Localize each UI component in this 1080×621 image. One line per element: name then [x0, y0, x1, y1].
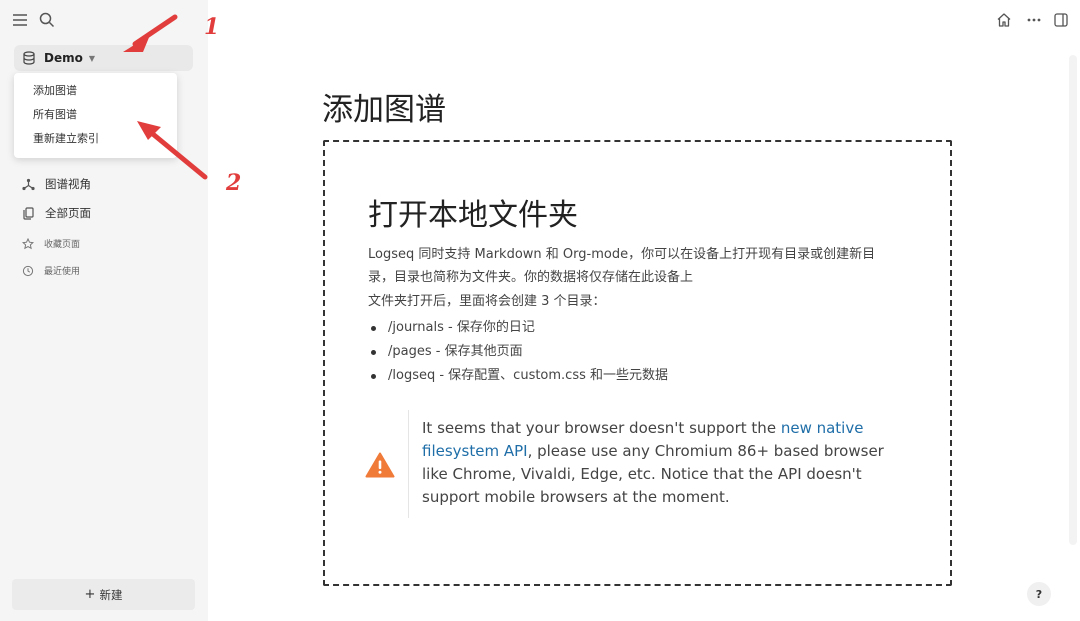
card-description: Logseq 同时支持 Markdown 和 Org-mode，你可以在设备上打… [368, 247, 876, 285]
browser-warning: It seems that your browser doesn't suppo… [365, 410, 895, 520]
directory-label: /journals - 保存你的日记 [388, 320, 535, 335]
sidebar-item-graph-view[interactable]: 图谱视角 [22, 176, 91, 192]
scrollbar[interactable] [1069, 55, 1077, 545]
more-dots-icon [1027, 18, 1041, 22]
star-icon [22, 237, 34, 249]
chevron-down-icon: ▼ [88, 53, 96, 63]
history-icon [22, 265, 34, 276]
home-button[interactable] [996, 10, 1012, 30]
database-icon [23, 51, 35, 65]
annotation-number-1: 1 [204, 14, 220, 40]
warning-icon [365, 452, 395, 482]
warning-prefix: It seems that your browser doesn't suppo… [422, 419, 781, 437]
graph-icon [22, 178, 35, 190]
warning-divider [408, 410, 409, 518]
sidebar-item-all-pages[interactable]: 全部页面 [22, 205, 91, 221]
annotation-number-2: 2 [226, 170, 242, 196]
sidebar-item-label: 全部页面 [45, 206, 91, 220]
more-options-button[interactable] [1026, 10, 1042, 30]
toggle-right-sidebar-button[interactable] [1053, 10, 1069, 30]
directory-list: /journals - 保存你的日记 /pages - 保存其他页面 /logs… [368, 316, 668, 388]
list-item: /pages - 保存其他页面 [368, 340, 668, 364]
menu-item-all-graphs[interactable]: 所有图谱 [14, 105, 177, 129]
graph-selector-button[interactable]: Demo ▼ [14, 45, 193, 71]
graph-dropdown-menu: 添加图谱 所有图谱 重新建立索引 [14, 73, 177, 158]
directory-label: /pages - 保存其他页面 [388, 344, 523, 359]
open-folder-card[interactable]: 打开本地文件夹 Logseq 同时支持 Markdown 和 Org-mode，… [323, 140, 952, 586]
directory-label: /logseq - 保存配置、custom.css 和一些元数据 [388, 368, 669, 383]
list-item: /journals - 保存你的日记 [368, 316, 668, 340]
plus-icon: + [84, 587, 96, 602]
card-subtext: 文件夹打开后，里面将会创建 3 个目录： [368, 294, 606, 309]
new-button-label: 新建 [99, 587, 123, 602]
menu-item-reindex[interactable]: 重新建立索引 [14, 129, 177, 153]
search-icon[interactable] [37, 10, 57, 30]
menu-item-add-graph[interactable]: 添加图谱 [14, 81, 177, 105]
graph-name: Demo [44, 51, 83, 65]
warning-text: It seems that your browser doesn't suppo… [422, 417, 902, 509]
sidebar-item-label: 最近使用 [44, 267, 81, 277]
new-page-button[interactable]: + 新建 [12, 579, 195, 610]
left-sidebar: Demo ▼ 添加图谱 所有图谱 重新建立索引 图谱视角 全部页面 收藏页面 最… [0, 0, 208, 621]
sidebar-item-favorites[interactable]: 收藏页面 [22, 237, 80, 250]
page-title: 添加图谱 [322, 92, 446, 128]
sidebar-item-label: 图谱视角 [45, 177, 91, 191]
pages-icon [23, 206, 34, 220]
list-item: /logseq - 保存配置、custom.css 和一些元数据 [368, 364, 668, 388]
sidebar-toggle-icon [1054, 13, 1068, 27]
menu-icon[interactable] [10, 10, 30, 30]
sidebar-item-label: 收藏页面 [44, 240, 81, 250]
sidebar-item-recent[interactable]: 最近使用 [22, 264, 80, 277]
help-button[interactable]: ? [1027, 582, 1051, 606]
card-heading: 打开本地文件夹 [368, 198, 578, 233]
home-icon [997, 13, 1011, 27]
